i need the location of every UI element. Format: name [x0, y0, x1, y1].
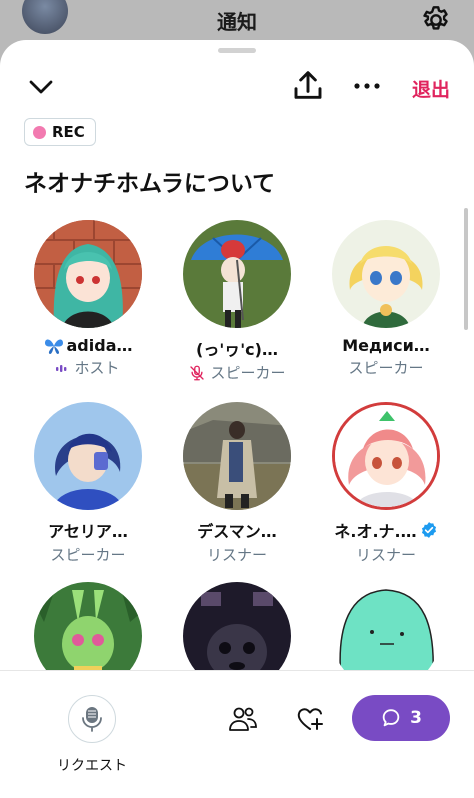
participant-role: スピーカー: [50, 546, 126, 564]
rec-dot-icon: [33, 125, 46, 139]
participant-role: リスナー: [206, 546, 267, 564]
participant-card[interactable]: アセリア… スピーカー: [18, 402, 158, 565]
heart-plus-icon[interactable]: [296, 705, 324, 733]
participant-name: Медиси…: [342, 336, 430, 355]
background-header: 通知: [0, 0, 474, 42]
participant-card[interactable]: ネ.オ.ナ.… リスナー: [316, 402, 456, 565]
participant-role: リスナー: [355, 546, 416, 564]
participant-name: (っ'ヮ'c)…: [196, 340, 278, 359]
participant-name: アセリア…: [48, 522, 128, 541]
verified-badge-icon: [421, 522, 436, 538]
share-icon[interactable]: [292, 68, 324, 104]
microphone-icon: [82, 707, 102, 732]
participant-role: ホスト: [18, 357, 158, 378]
people-icon[interactable]: [228, 705, 258, 733]
chevron-down-icon[interactable]: [26, 72, 56, 102]
rec-badge: REC: [24, 118, 96, 146]
avatar: [332, 402, 440, 510]
participant-card[interactable]: デスマン… リスナー: [167, 402, 307, 565]
participant-card[interactable]: (っ'ヮ'c)… スピーカー: [167, 220, 307, 383]
participant-name: adida…: [18, 336, 158, 355]
comments-button[interactable]: 3: [352, 695, 450, 741]
avatar: [183, 402, 291, 510]
rec-label: REC: [52, 123, 85, 141]
space-title: ネオナチホムラについて: [24, 171, 276, 197]
participant-role: スピーカー: [167, 362, 307, 383]
participant-name: ネ.オ.ナ.…: [316, 518, 456, 542]
gear-icon[interactable]: [420, 4, 452, 36]
butterfly-icon: [44, 339, 63, 354]
participant-card[interactable]: Медиси… スピーカー: [316, 220, 456, 378]
avatar: [34, 402, 142, 510]
comments-count: 3: [410, 708, 422, 728]
scrollbar[interactable]: [464, 208, 468, 330]
notifications-title: 通知: [217, 10, 257, 34]
participant-role: スピーカー: [348, 359, 424, 377]
leave-button[interactable]: 退出: [412, 75, 450, 102]
bottom-bar: リクエスト 3: [0, 670, 474, 798]
mic-muted-icon: [190, 365, 205, 380]
more-icon[interactable]: [352, 76, 382, 96]
participant-name: デスマン…: [197, 522, 277, 541]
avatar: [332, 220, 440, 328]
space-sheet: 退出 REC ネオナチホムラについて adida… ホスト (っ'ヮ'c)… ス…: [0, 40, 474, 798]
chat-bubble-icon: [382, 709, 400, 727]
request-label: リクエスト: [57, 758, 127, 774]
sheet-grabber[interactable]: [218, 48, 256, 53]
sheet-toolbar: 退出: [0, 68, 474, 108]
participant-card[interactable]: adida… ホスト: [18, 220, 158, 378]
audio-wave-icon: [56, 364, 67, 372]
avatar: [183, 220, 291, 328]
avatar: [34, 220, 142, 328]
request-mic-button[interactable]: [68, 695, 116, 743]
